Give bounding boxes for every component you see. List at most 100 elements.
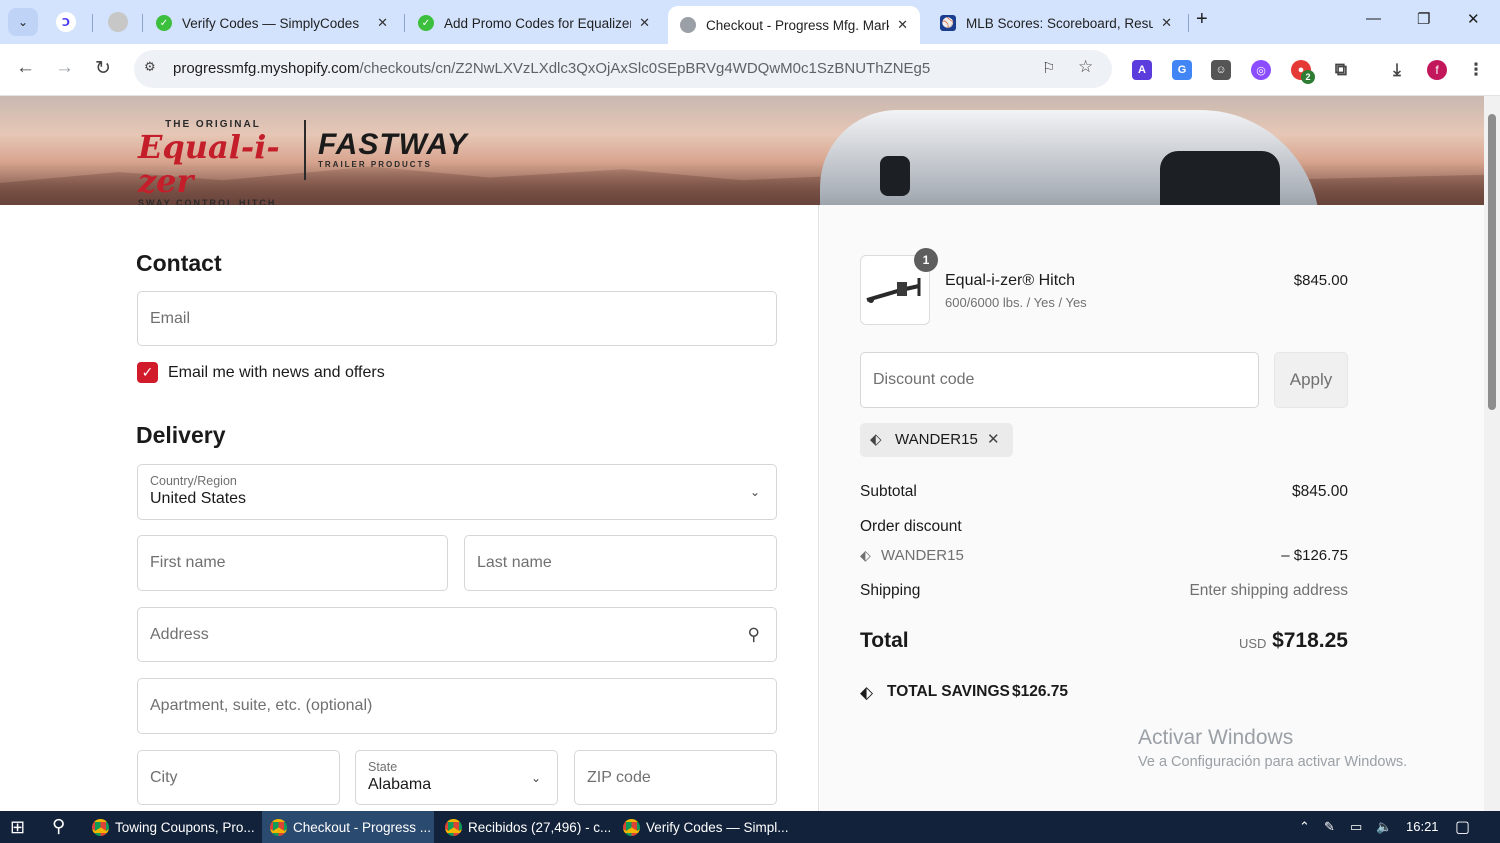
close-window-button[interactable]: ✕ xyxy=(1467,10,1480,28)
fastway-logo[interactable]: FASTWAY TRAILER PRODUCTS xyxy=(318,130,468,170)
download-icon[interactable]: ⤓ xyxy=(1387,60,1407,80)
product-variant: 600/6000 lbs. / Yes / Yes xyxy=(945,295,1087,310)
close-icon[interactable]: ✕ xyxy=(377,15,388,31)
browser-toolbar: ← → ↻ ⚙ progressmfg.myshopify.com/checko… xyxy=(0,44,1500,96)
tab-separator xyxy=(1188,14,1189,32)
apply-discount-button[interactable]: Apply xyxy=(1274,352,1348,408)
restore-button[interactable]: ❐ xyxy=(1417,10,1430,28)
chevron-down-icon: ⌄ xyxy=(17,15,29,29)
pinned-tab-blank[interactable] xyxy=(108,12,128,32)
trailer-window xyxy=(1160,151,1280,205)
tab-separator xyxy=(142,14,143,32)
tab-strip: ⌄ Ↄ ✓ Verify Codes — SimplyCodes ✕ ✓ Add… xyxy=(0,0,1500,44)
volume-icon[interactable]: 🔈 xyxy=(1376,819,1392,835)
scrollbar-thumb[interactable] xyxy=(1488,114,1496,410)
order-discount-label: Order discount xyxy=(860,518,962,535)
windows-taskbar: ⊞ ⚲ Towing Coupons, Pro... Checkout - Pr… xyxy=(0,811,1500,843)
first-name-field[interactable]: First name xyxy=(137,535,448,591)
chrome-icon xyxy=(445,818,462,836)
back-button[interactable]: ← xyxy=(16,57,35,79)
product-price: $845.00 xyxy=(1293,272,1348,289)
close-icon[interactable]: ✕ xyxy=(897,17,908,33)
url-text[interactable]: progressmfg.myshopify.com/checkouts/cn/Z… xyxy=(173,60,930,77)
close-icon[interactable]: ✕ xyxy=(639,15,650,31)
close-icon[interactable]: ✕ xyxy=(1161,15,1172,31)
windows-start-icon[interactable]: ⊞ xyxy=(10,817,25,838)
profile-avatar[interactable]: f xyxy=(1427,60,1447,80)
arrow-left-icon: ← xyxy=(16,57,35,78)
taskbar-item-checkout[interactable]: Checkout - Progress ... xyxy=(262,811,434,843)
product-name: Equal-i-zer® Hitch xyxy=(945,272,1076,289)
tag-icon: ⬖ xyxy=(870,431,882,448)
shipping-value: Enter shipping address xyxy=(1189,582,1348,599)
equalizer-logo[interactable]: THE ORIGINAL Equal-i-zer SWAY CONTROL HI… xyxy=(138,119,288,208)
taskbar-item-gmail[interactable]: Recibidos (27,496) - c... xyxy=(437,811,613,843)
robot-extension-icon[interactable]: ☺ xyxy=(1211,60,1231,80)
site-info-icon[interactable]: ⚙ xyxy=(144,59,164,79)
extension-badge: 2 xyxy=(1301,70,1315,84)
reload-button[interactable]: ↻ xyxy=(95,57,111,80)
mlb-icon: ⚾ xyxy=(940,15,956,31)
extension-a-icon[interactable]: A xyxy=(1132,60,1152,80)
last-name-field[interactable]: Last name xyxy=(464,535,777,591)
tab-simplycodes[interactable]: ✓ Verify Codes — SimplyCodes ✕ xyxy=(144,6,400,40)
simplycodes-icon: ✓ xyxy=(418,15,434,31)
address-field[interactable]: Address ⚲ xyxy=(137,607,777,662)
forward-button[interactable]: → xyxy=(55,57,74,79)
plus-icon: + xyxy=(1196,8,1208,30)
subtotal-value: $845.00 xyxy=(1291,483,1348,500)
city-field[interactable]: City xyxy=(137,750,340,805)
notifications-icon[interactable]: ▢ xyxy=(1455,817,1470,837)
arrow-right-icon: → xyxy=(55,57,74,78)
menu-dots-icon[interactable]: ⋮ xyxy=(1466,60,1486,80)
tab-checkout[interactable]: Checkout - Progress Mfg. Marke ✕ xyxy=(668,6,920,44)
globe-icon xyxy=(680,17,696,33)
pen-icon[interactable]: ✎ xyxy=(1324,819,1335,835)
taskbar-item-verify-codes[interactable]: Verify Codes — Simpl... xyxy=(615,811,791,843)
tab-promo-codes[interactable]: ✓ Add Promo Codes for Equalizer ✕ xyxy=(406,6,662,40)
search-icon[interactable]: ⚲ xyxy=(52,816,65,837)
taskbar-item-towing[interactable]: Towing Coupons, Pro... xyxy=(84,811,260,843)
tab-search-button[interactable]: ⌄ xyxy=(8,8,38,36)
page-scrollbar[interactable] xyxy=(1484,96,1500,811)
newsletter-checkbox[interactable]: ✓ xyxy=(137,362,158,383)
email-field[interactable]: Email xyxy=(137,291,777,346)
apartment-field[interactable]: Apartment, suite, etc. (optional) xyxy=(137,678,777,734)
chevron-down-icon: ⌄ xyxy=(530,770,541,785)
translate-icon[interactable]: ⚐ xyxy=(1042,59,1055,77)
discount-code-field[interactable]: Discount code xyxy=(860,352,1259,408)
windows-watermark-subtitle: Ve a Configuración para activar Windows. xyxy=(1138,754,1408,770)
bookmark-star-icon[interactable]: ☆ xyxy=(1078,57,1093,77)
search-icon: ⚲ xyxy=(747,624,760,644)
restore-icon: ❐ xyxy=(1417,11,1431,28)
delivery-heading: Delivery xyxy=(136,422,226,448)
clock[interactable]: 16:21 xyxy=(1406,819,1439,834)
chrome-icon xyxy=(623,818,640,836)
trailer-window xyxy=(880,156,910,196)
country-select[interactable]: Country/Region United States ⌄ xyxy=(137,464,777,520)
translate-extension-icon[interactable]: G xyxy=(1172,60,1192,80)
discount-code-label: WANDER15 xyxy=(881,547,964,564)
contact-heading: Contact xyxy=(136,250,222,276)
tab-separator xyxy=(404,14,405,32)
total-value: $718.25 xyxy=(1272,629,1348,652)
puzzle-icon[interactable]: ⧉ xyxy=(1331,60,1351,80)
new-tab-button[interactable]: + xyxy=(1196,8,1208,31)
tab-mlb-scores[interactable]: ⚾ MLB Scores: Scoreboard, Results ✕ xyxy=(928,6,1184,40)
total-savings-value: $126.75 xyxy=(1012,683,1069,700)
savings-tag-icon: ⬖ xyxy=(860,683,874,702)
state-select[interactable]: State Alabama ⌄ xyxy=(355,750,558,805)
tab-separator xyxy=(92,14,93,32)
address-bar[interactable]: ⚙ progressmfg.myshopify.com/checkouts/cn… xyxy=(134,50,1112,88)
newsletter-label: Email me with news and offers xyxy=(168,364,385,381)
extension-circle-icon[interactable]: ◎ xyxy=(1251,60,1271,80)
reload-icon: ↻ xyxy=(95,58,111,79)
chevron-up-icon[interactable]: ⌃ xyxy=(1299,819,1310,835)
zip-field[interactable]: ZIP code xyxy=(574,750,777,805)
close-icon: ✕ xyxy=(1467,11,1480,28)
remove-discount-icon[interactable]: ✕ xyxy=(987,430,1000,448)
pinned-tab-app[interactable]: Ↄ xyxy=(56,12,76,32)
subtotal-label: Subtotal xyxy=(860,483,917,500)
minimize-button[interactable]: — xyxy=(1366,10,1381,27)
network-icon[interactable]: ▭ xyxy=(1350,819,1362,835)
